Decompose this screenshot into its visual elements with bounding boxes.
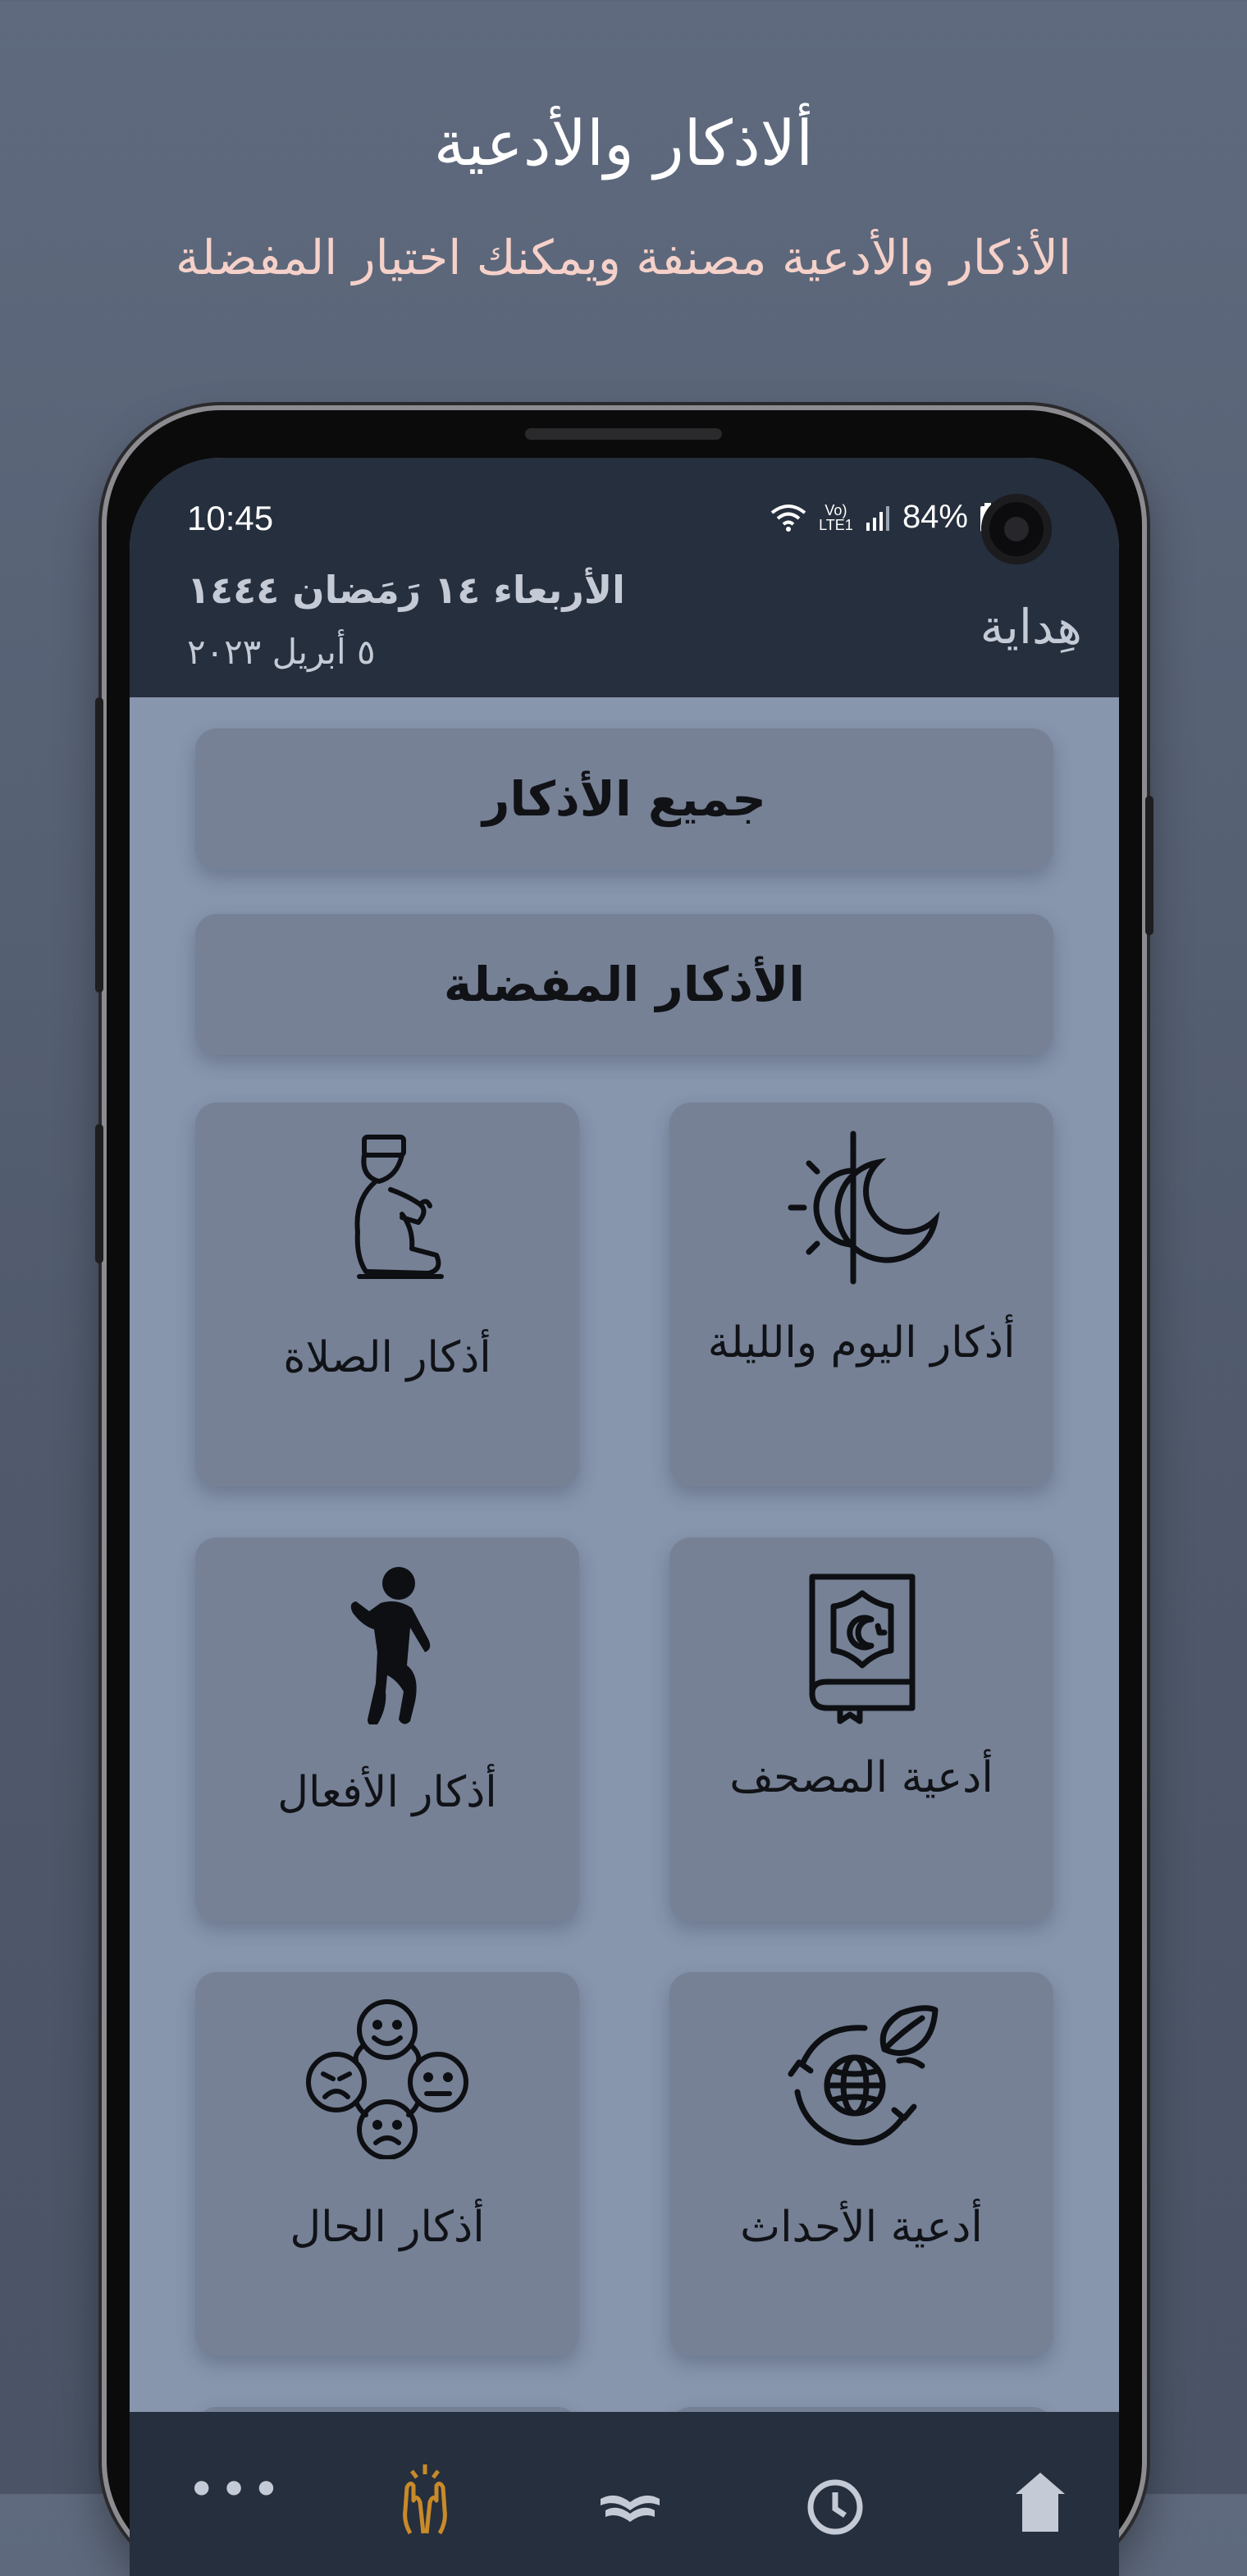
tile-events-duas[interactable]: أدعية الأحداث (669, 1972, 1053, 2356)
tile-label: أدعية الأحداث (740, 2203, 983, 2252)
side-key (1145, 796, 1153, 935)
favorite-azkar-button[interactable]: الأذكار المفضلة (195, 914, 1053, 1055)
power-button (95, 697, 103, 993)
walking-person-icon (305, 1560, 469, 1724)
tile-label: أذكار اليوم والليلة (707, 1318, 1016, 1368)
promo-title: ألاذكار والأدعية (433, 107, 814, 180)
gregorian-date: ٥ أبريل ٢٠٢٣ (187, 632, 376, 672)
tile-actions-azkar[interactable]: أذكار الأفعال (195, 1537, 579, 1921)
tile-label: أذكار الصلاة (283, 1333, 491, 1382)
day-night-icon (779, 1126, 943, 1290)
tile-label: أدعية المصحف (729, 1753, 993, 1802)
front-camera (981, 494, 1052, 564)
tile-prayer-azkar[interactable]: أذكار الصلاة (195, 1103, 579, 1487)
signal-icon (865, 505, 891, 531)
clock-icon (794, 2453, 876, 2535)
nav-more[interactable]: ••• (187, 2453, 281, 2535)
open-book-icon (589, 2453, 671, 2535)
hijri-date: الأربعاء ١٤ رَمَضان ١٤٤٤ (187, 568, 625, 612)
wifi-icon (770, 503, 807, 532)
quran-book-icon (779, 1560, 943, 1724)
phone-frame: 10:45 Vo) LTE1 84% الأربعاء ١٤ رَمَضان ١… (95, 410, 1153, 2576)
all-azkar-button[interactable]: جميع الأذكار (195, 728, 1053, 870)
home-icon (999, 2453, 1081, 2535)
promo-subtitle: الأذكار والأدعية مصنفة ويمكنك اختيار الم… (175, 230, 1072, 285)
status-time: 10:45 (187, 499, 274, 537)
status-icons: Vo) LTE1 84% (770, 499, 996, 536)
app-header: 10:45 Vo) LTE1 84% الأربعاء ١٤ رَمَضان ١… (130, 458, 1119, 697)
praying-hands-icon (384, 2453, 466, 2535)
nav-prayer-times[interactable] (794, 2453, 876, 2535)
nav-duas[interactable] (384, 2453, 466, 2535)
tile-day-night-azkar[interactable]: أذكار اليوم والليلة (669, 1103, 1053, 1487)
bottom-nav: ••• (130, 2412, 1119, 2576)
lte-label: Vo) LTE1 (819, 501, 853, 533)
volume-button (95, 1124, 103, 1263)
tile-quran-duas[interactable]: أدعية المصحف (669, 1537, 1053, 1921)
more-icon: ••• (187, 2461, 285, 2519)
emotions-icon (305, 1995, 469, 2159)
app-name: هِداية (980, 599, 1082, 655)
nav-home[interactable] (999, 2453, 1081, 2535)
nav-quran[interactable] (589, 2453, 671, 2535)
tile-label: أذكار الحال (290, 2203, 485, 2252)
battery-percent: 84% (902, 499, 968, 535)
app-screen: 10:45 Vo) LTE1 84% الأربعاء ١٤ رَمَضان ١… (130, 458, 1119, 2576)
tile-state-azkar[interactable]: أذكار الحال (195, 1972, 579, 2356)
tile-label: أذكار الأفعال (277, 1768, 497, 1817)
globe-cycle-icon (779, 1995, 943, 2159)
praying-person-icon (305, 1126, 469, 1290)
earpiece-speaker (525, 428, 722, 440)
